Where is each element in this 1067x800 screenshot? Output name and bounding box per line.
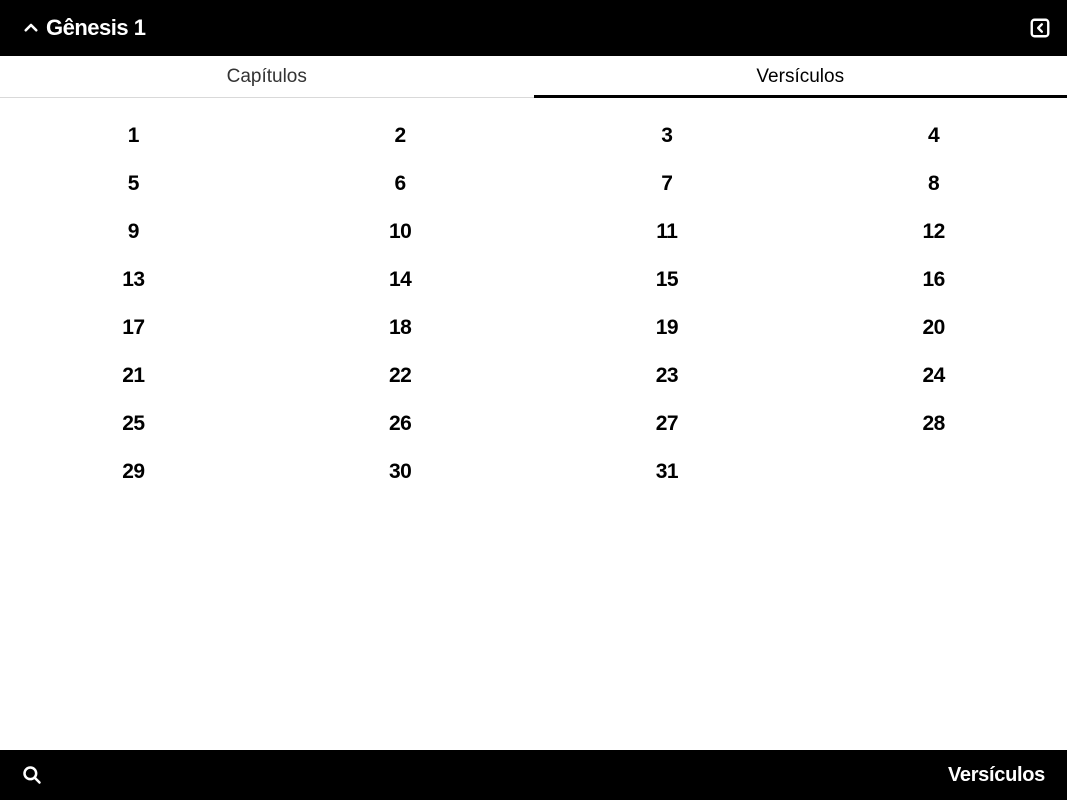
verse-cell[interactable]: 15 — [534, 256, 801, 304]
tab-verses-label: Versículos — [756, 66, 844, 88]
verse-cell[interactable]: 9 — [0, 208, 267, 256]
verse-cell[interactable]: 8 — [800, 160, 1067, 208]
close-panel-button[interactable] — [1029, 17, 1051, 39]
verse-cell[interactable]: 16 — [800, 256, 1067, 304]
tab-chapters-label: Capítulos — [227, 66, 307, 88]
tab-chapters[interactable]: Capítulos — [0, 56, 534, 97]
verse-cell[interactable]: 19 — [534, 304, 801, 352]
verse-cell[interactable]: 18 — [267, 304, 534, 352]
verse-cell[interactable]: 24 — [800, 352, 1067, 400]
verse-cell[interactable]: 10 — [267, 208, 534, 256]
verse-cell[interactable]: 23 — [534, 352, 801, 400]
bottom-mode-label[interactable]: Versículos — [948, 764, 1045, 787]
verse-cell[interactable]: 26 — [267, 400, 534, 448]
verse-cell[interactable]: 13 — [0, 256, 267, 304]
verse-cell[interactable]: 21 — [0, 352, 267, 400]
bottom-bar: Versículos — [0, 750, 1067, 800]
top-bar: Gênesis 1 — [0, 0, 1067, 56]
title-button[interactable]: Gênesis 1 — [22, 15, 145, 41]
verse-cell[interactable]: 1 — [0, 112, 267, 160]
verse-cell[interactable]: 11 — [534, 208, 801, 256]
verse-cell[interactable]: 29 — [0, 448, 267, 496]
chevron-up-icon — [22, 19, 40, 37]
verse-cell[interactable]: 27 — [534, 400, 801, 448]
verse-cell[interactable]: 4 — [800, 112, 1067, 160]
verse-cell[interactable]: 6 — [267, 160, 534, 208]
search-button[interactable] — [22, 765, 42, 785]
tab-bar: Capítulos Versículos — [0, 56, 1067, 98]
page-title: Gênesis 1 — [46, 15, 145, 41]
verse-cell[interactable]: 7 — [534, 160, 801, 208]
verse-grid: 1234567891011121314151617181920212223242… — [0, 112, 1067, 496]
verse-cell[interactable]: 5 — [0, 160, 267, 208]
verse-cell[interactable]: 17 — [0, 304, 267, 352]
verse-cell[interactable]: 28 — [800, 400, 1067, 448]
verse-cell[interactable]: 31 — [534, 448, 801, 496]
verse-cell[interactable]: 30 — [267, 448, 534, 496]
tab-verses[interactable]: Versículos — [534, 56, 1067, 97]
verse-cell[interactable]: 20 — [800, 304, 1067, 352]
verse-cell[interactable]: 14 — [267, 256, 534, 304]
app-frame: Gênesis 1 Capítulos Versículos 123456789… — [0, 0, 1067, 800]
verse-cell[interactable]: 22 — [267, 352, 534, 400]
verse-cell[interactable]: 3 — [534, 112, 801, 160]
verse-cell[interactable]: 12 — [800, 208, 1067, 256]
verse-grid-container: 1234567891011121314151617181920212223242… — [0, 98, 1067, 750]
verse-cell[interactable]: 25 — [0, 400, 267, 448]
verse-cell[interactable]: 2 — [267, 112, 534, 160]
